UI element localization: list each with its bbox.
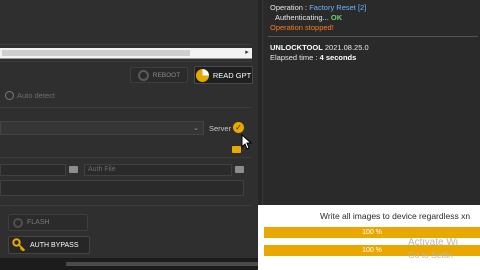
horizontal-scrollbar[interactable]: ▸ bbox=[0, 48, 252, 59]
log-authenticating-line: Authenticating... OK bbox=[275, 13, 342, 22]
auth-bypass-label: AUTH BYPASS bbox=[30, 241, 79, 249]
top-divider bbox=[0, 44, 252, 45]
log-operation-label: Operation : bbox=[270, 3, 310, 12]
chevron-down-icon: ⌄ bbox=[193, 125, 199, 132]
reboot-icon bbox=[137, 69, 149, 81]
auth-file-input[interactable]: Auth File bbox=[84, 164, 232, 176]
folder-yellow-icon[interactable] bbox=[232, 146, 241, 153]
auth-bypass-button[interactable]: AUTH BYPASS bbox=[8, 236, 90, 254]
folder-icon[interactable] bbox=[69, 166, 78, 173]
mouse-cursor-icon bbox=[241, 134, 253, 150]
log-authenticating-status: OK bbox=[330, 13, 343, 22]
progress-bar-2-label: 100 % bbox=[362, 247, 382, 254]
log-elapsed-label: Elapsed time : bbox=[270, 53, 320, 62]
auth-file-placeholder: Auth File bbox=[88, 166, 116, 173]
log-tool-version: 2021.08.25.0 bbox=[322, 43, 369, 52]
auth-folder-icon[interactable] bbox=[235, 166, 244, 173]
key-icon bbox=[12, 238, 26, 252]
file-divider bbox=[0, 157, 252, 158]
auto-detect-label: Auto detect bbox=[17, 91, 55, 100]
log-elapsed-line: Elapsed time : 4 seconds bbox=[270, 53, 356, 62]
section-divider bbox=[0, 61, 252, 62]
log-separator bbox=[268, 36, 478, 37]
status-message: Write all images to device regardless xn bbox=[320, 211, 471, 221]
status-strip-bar bbox=[66, 262, 258, 266]
progress-bar-1-label: 100 % bbox=[362, 229, 382, 236]
log-authenticating-label: Authenticating... bbox=[275, 13, 331, 22]
auto-detect-radio[interactable] bbox=[5, 91, 14, 100]
log-elapsed-value: 4 seconds bbox=[319, 53, 357, 62]
server-label: Server bbox=[209, 124, 232, 133]
watermark-line2: Go to Settin bbox=[408, 250, 453, 260]
read-gpt-label: READ GPT bbox=[212, 70, 252, 80]
status-strip bbox=[0, 258, 258, 270]
read-gpt-button[interactable]: READ GPT bbox=[194, 66, 253, 84]
flash-button[interactable]: FLASH bbox=[8, 214, 88, 231]
log-operation-line: Operation : Factory Reset [2] bbox=[270, 3, 366, 12]
watermark-line1: Activate Wi bbox=[408, 237, 459, 248]
reboot-label: REBOOT bbox=[152, 71, 181, 79]
reboot-button[interactable]: REBOOT bbox=[130, 67, 188, 83]
server-check-icon[interactable]: ✓ bbox=[233, 122, 244, 133]
log-panel: Operation : Factory Reset [2] Authentica… bbox=[262, 0, 480, 205]
gpt-chart-icon bbox=[195, 68, 209, 82]
mid-divider bbox=[0, 107, 252, 108]
server-select[interactable]: ⌄ bbox=[0, 121, 204, 135]
options-area bbox=[0, 180, 244, 196]
activation-watermark: Activate Wi Go to Settin bbox=[408, 237, 458, 261]
log-stopped-line: Operation stopped! bbox=[270, 23, 334, 32]
flash-icon bbox=[13, 217, 23, 228]
flash-label: FLASH bbox=[27, 219, 50, 226]
scrollbar-thumb[interactable] bbox=[2, 50, 190, 56]
log-operation-value: Factory Reset [2] bbox=[309, 3, 367, 12]
lower-divider bbox=[0, 205, 252, 206]
log-tool-line: UNLOCKTOOL 2021.08.25.0 bbox=[270, 43, 369, 52]
log-tool-name: UNLOCKTOOL bbox=[270, 43, 323, 52]
scroll-right-arrow-icon[interactable]: ▸ bbox=[244, 49, 250, 57]
file-path-input[interactable] bbox=[0, 164, 66, 176]
